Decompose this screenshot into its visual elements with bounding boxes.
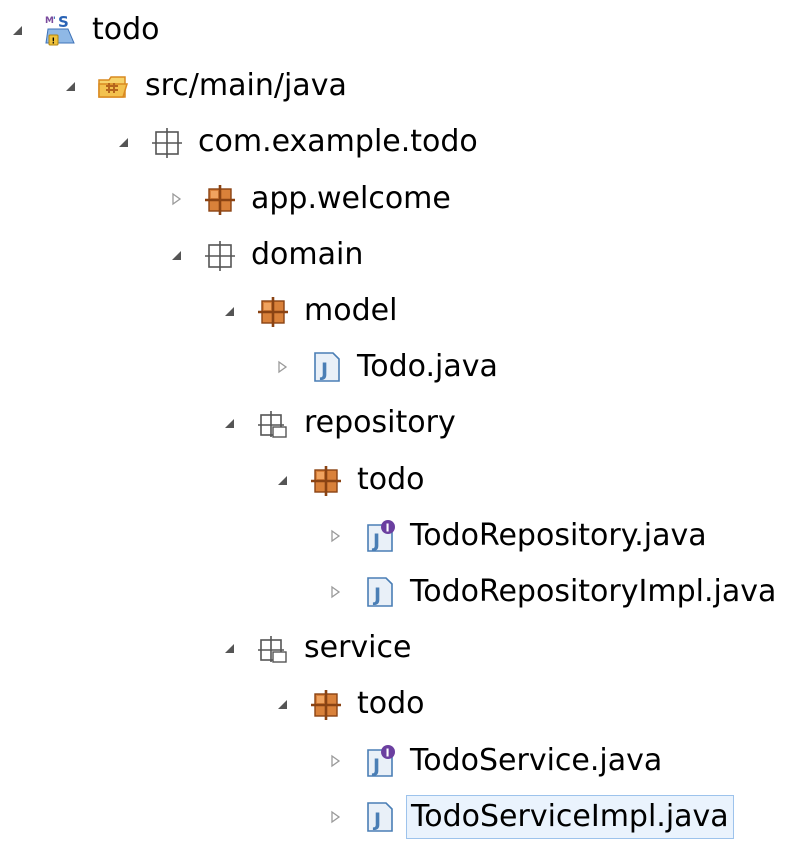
tree-item[interactable]: J I TodoRepository.java [328,510,711,562]
java-interface-icon: J I [362,744,396,778]
java-file-icon: J [309,350,343,384]
expand-arrow-icon[interactable] [328,754,342,768]
svg-text:J: J [372,584,381,606]
package-explorer-tree: M ' S ! todo src/main/java com.example.t… [0,0,800,840]
svg-text:S: S [58,13,69,31]
svg-text:': ' [53,16,56,26]
collapse-arrow-icon[interactable] [116,135,130,149]
tree-item[interactable]: src/main/java [63,60,351,112]
tree-item[interactable]: J TodoServiceImpl.java [328,791,734,843]
tree-item[interactable]: model [222,285,401,337]
svg-text:J: J [319,359,328,381]
svg-text:J: J [371,530,380,552]
tree-item[interactable]: todo [275,678,429,730]
java-file-icon: J [362,575,396,609]
svg-text:!: ! [52,37,56,46]
expand-arrow-icon[interactable] [328,529,342,543]
tree-item[interactable]: service [222,622,415,674]
tree-item-label: todo [357,686,425,722]
java-interface-icon: J I [362,519,396,553]
tree-item-label: model [304,293,398,328]
collapse-arrow-icon[interactable] [63,79,77,93]
tree-item-label: TodoServiceImpl.java [406,794,734,839]
tree-item-label: repository [304,405,456,441]
collapse-arrow-icon[interactable] [222,304,236,318]
collapse-arrow-icon[interactable] [222,416,236,430]
tree-item-label: TodoRepositoryImpl.java [410,574,777,609]
tree-item[interactable]: J I TodoService.java [328,735,666,787]
tree-item-label: todo [92,12,160,47]
tree-item[interactable]: J Todo.java [275,341,502,393]
package-icon [203,182,237,216]
package-icon [309,687,343,721]
expand-arrow-icon[interactable] [328,585,342,599]
collapse-arrow-icon[interactable] [222,641,236,655]
tree-item[interactable]: app.welcome [169,173,455,225]
empty-package-icon [150,125,184,159]
maven-project-icon: M ' S ! [44,13,78,47]
collapse-arrow-icon[interactable] [275,473,289,487]
tree-item-label: Todo.java [357,349,498,385]
expand-arrow-icon[interactable] [328,810,342,824]
tree-item-label: com.example.todo [198,124,478,160]
tree-item-label: todo [357,461,425,497]
svg-text:J: J [372,809,381,831]
tree-item-label: service [304,630,412,666]
java-file-icon: J [362,800,396,834]
empty-package-icon [203,238,237,272]
svg-text:I: I [386,521,390,534]
expand-arrow-icon[interactable] [275,360,289,374]
tree-item[interactable]: repository [222,397,460,449]
tree-item-label: domain [251,236,364,272]
tree-item[interactable]: com.example.todo [116,116,482,168]
tree-item[interactable]: J TodoRepositoryImpl.java [328,566,780,618]
tree-item[interactable]: todo [275,454,429,506]
collapse-arrow-icon[interactable] [275,697,289,711]
package-folder-icon [256,631,290,665]
svg-text:J: J [371,755,380,777]
tree-item-label: src/main/java [145,68,347,104]
tree-item-label: TodoService.java [410,742,663,778]
tree-item[interactable]: domain [169,229,367,281]
collapse-arrow-icon[interactable] [10,23,24,37]
collapse-arrow-icon[interactable] [169,248,183,262]
source-folder-icon [97,69,131,103]
expand-arrow-icon[interactable] [169,192,183,206]
tree-item[interactable]: M ' S ! todo [10,4,164,56]
svg-text:I: I [386,746,390,759]
package-icon [309,463,343,497]
package-folder-icon [256,406,290,440]
tree-item-label: app.welcome [251,180,451,216]
tree-item-label: TodoRepository.java [410,517,707,553]
package-icon [256,294,290,328]
